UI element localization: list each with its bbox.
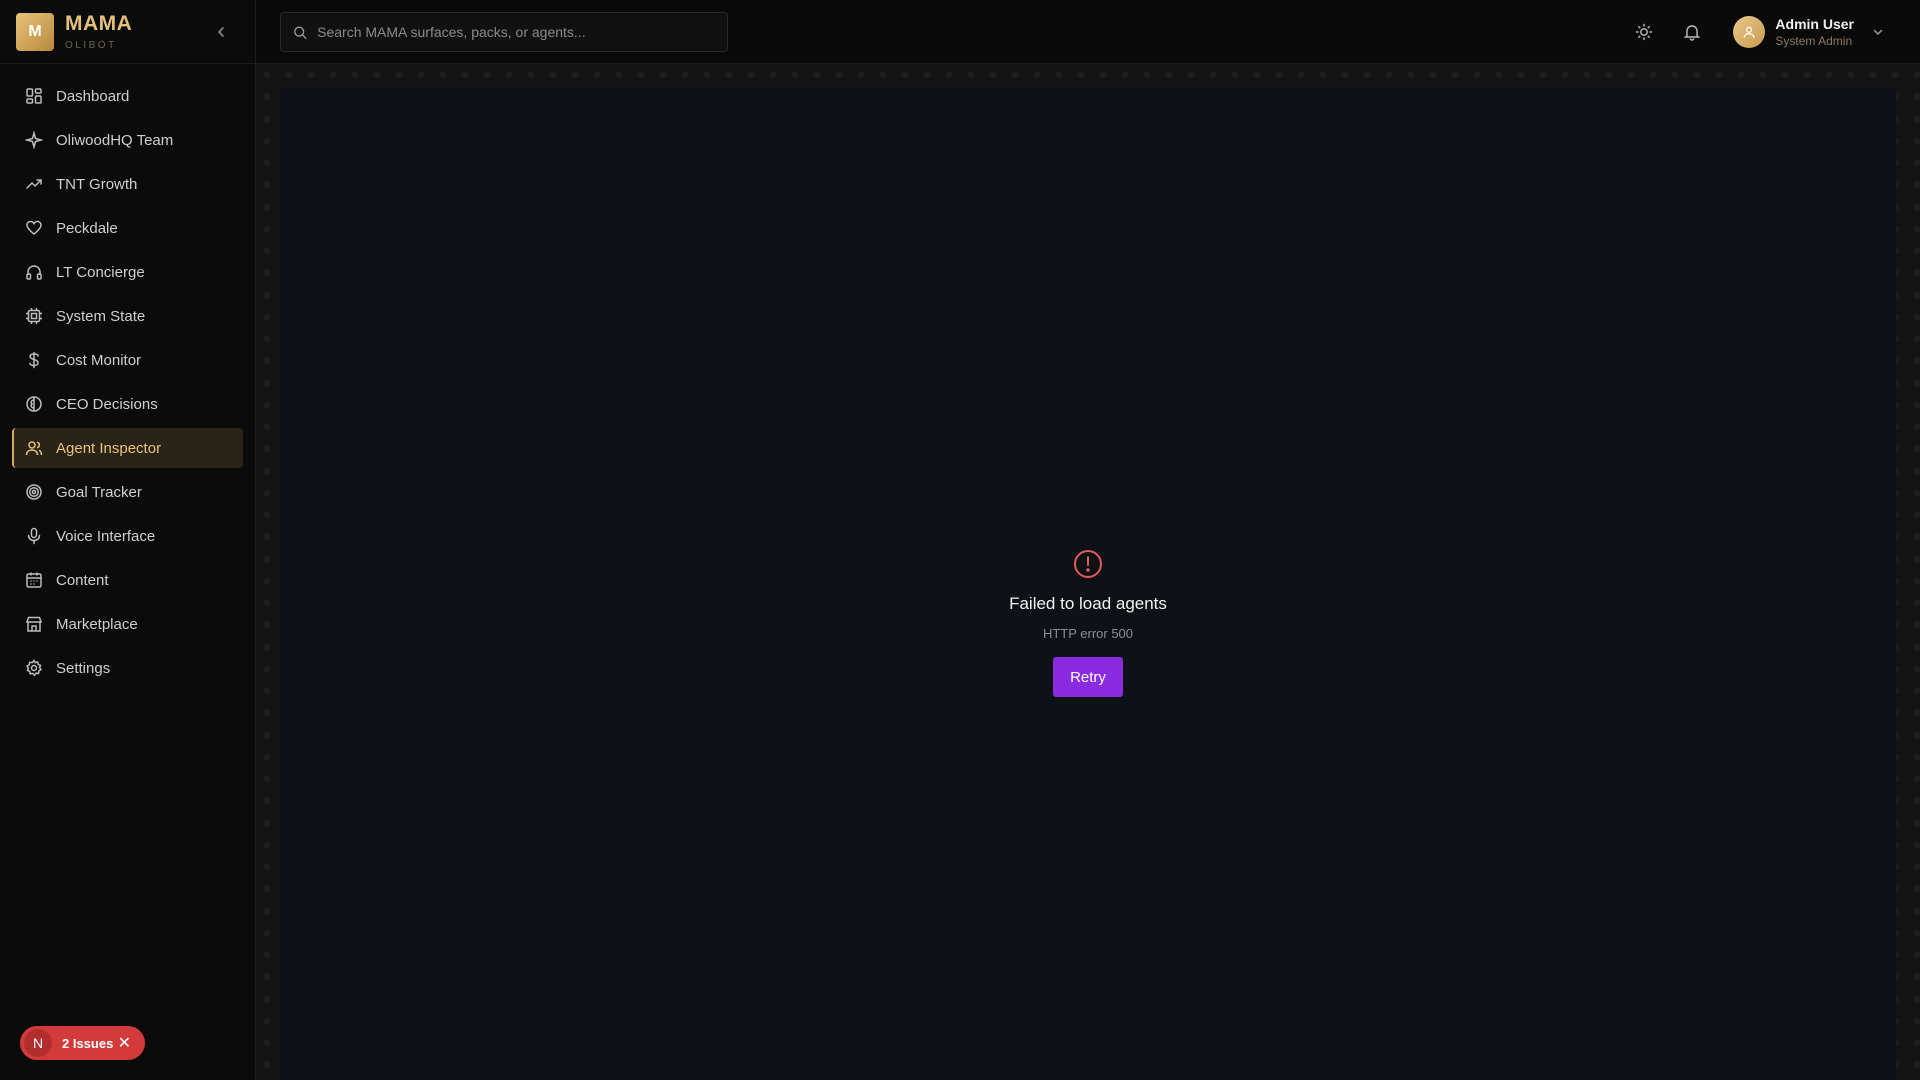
issues-badge[interactable]: N 2 Issues ✕ bbox=[20, 1026, 145, 1060]
sidebar-item-tnt-growth[interactable]: TNT Growth bbox=[12, 164, 243, 204]
brand-text: MAMA OLIBOT bbox=[65, 11, 133, 51]
store-icon bbox=[24, 614, 44, 634]
issues-logo: N bbox=[24, 1029, 52, 1057]
sidebar-nav: Dashboard OliwoodHQ Team TNT Growth Peck… bbox=[0, 64, 255, 688]
close-icon[interactable]: ✕ bbox=[118, 1033, 131, 1053]
search-bar[interactable] bbox=[280, 12, 728, 52]
sidebar-item-label: Peckdale bbox=[56, 219, 118, 237]
sun-icon bbox=[1635, 23, 1653, 41]
sparkles-icon bbox=[24, 130, 44, 150]
notifications-button[interactable] bbox=[1682, 22, 1702, 42]
sidebar-item-label: LT Concierge bbox=[56, 263, 145, 281]
sidebar-item-label: Content bbox=[56, 571, 109, 589]
calendar-icon bbox=[24, 570, 44, 590]
brand-logo[interactable]: M bbox=[16, 12, 54, 51]
sidebar-item-system-state[interactable]: System State bbox=[12, 296, 243, 336]
agent-inspector-panel: Failed to load agents HTTP error 500 Ret… bbox=[280, 88, 1896, 1080]
brand-header: M MAMA OLIBOT bbox=[0, 0, 255, 64]
sidebar-item-label: Dashboard bbox=[56, 87, 130, 105]
users-icon bbox=[24, 438, 44, 458]
avatar bbox=[1733, 16, 1766, 48]
error-detail: HTTP error 500 bbox=[1042, 626, 1134, 641]
collapse-sidebar-button[interactable] bbox=[211, 22, 231, 42]
chevron-left-icon bbox=[218, 27, 224, 37]
sidebar-item-content[interactable]: Content bbox=[12, 560, 243, 600]
sidebar-item-label: Cost Monitor bbox=[56, 351, 142, 369]
brain-icon bbox=[24, 394, 44, 414]
top-bar: Admin User System Admin bbox=[256, 0, 1920, 64]
search-input[interactable] bbox=[317, 24, 715, 40]
sidebar-item-peckdale[interactable]: Peckdale bbox=[12, 208, 243, 248]
gear-icon bbox=[24, 658, 44, 678]
user-menu[interactable]: Admin User System Admin bbox=[1733, 14, 1884, 50]
sidebar-item-label: CEO Decisions bbox=[56, 395, 158, 413]
user-info: Admin User System Admin bbox=[1775, 16, 1854, 49]
sidebar-item-label: Voice Interface bbox=[56, 527, 156, 545]
sidebar: M MAMA OLIBOT Dashboard OliwoodHQ Team T… bbox=[0, 0, 256, 1080]
sidebar-item-goal-tracker[interactable]: Goal Tracker bbox=[12, 472, 243, 512]
user-icon bbox=[1743, 26, 1755, 38]
sidebar-item-ceo-decisions[interactable]: CEO Decisions bbox=[12, 384, 243, 424]
retry-button[interactable]: Retry bbox=[1053, 657, 1123, 697]
chevron-down-icon bbox=[1873, 29, 1883, 35]
sidebar-item-dashboard[interactable]: Dashboard bbox=[12, 76, 243, 116]
issues-label: 2 Issues bbox=[62, 1035, 114, 1051]
headphones-icon bbox=[24, 262, 44, 282]
sidebar-item-label: System State bbox=[56, 307, 146, 325]
alert-circle-icon bbox=[1074, 550, 1102, 578]
sidebar-item-agent-inspector[interactable]: Agent Inspector bbox=[12, 428, 243, 468]
error-title: Failed to load agents bbox=[1009, 594, 1167, 613]
bell-icon bbox=[1683, 25, 1701, 41]
brand-subtitle: OLIBOT bbox=[65, 39, 117, 51]
sidebar-item-voice-interface[interactable]: Voice Interface bbox=[12, 516, 243, 556]
sidebar-item-label: OliwoodHQ Team bbox=[56, 131, 174, 149]
dashboard-icon bbox=[24, 86, 44, 106]
error-state: Failed to load agents HTTP error 500 Ret… bbox=[280, 548, 1896, 697]
sidebar-item-label: Settings bbox=[56, 659, 111, 677]
search-icon bbox=[294, 26, 307, 39]
sidebar-item-marketplace[interactable]: Marketplace bbox=[12, 604, 243, 644]
dollar-icon bbox=[24, 350, 44, 370]
sidebar-item-label: Agent Inspector bbox=[56, 439, 162, 457]
sidebar-item-label: Marketplace bbox=[56, 615, 138, 633]
user-name: Admin User bbox=[1775, 15, 1854, 32]
sidebar-item-label: Goal Tracker bbox=[56, 483, 142, 501]
sidebar-item-cost-monitor[interactable]: Cost Monitor bbox=[12, 340, 243, 380]
theme-toggle-button[interactable] bbox=[1634, 22, 1654, 42]
trending-up-icon bbox=[24, 174, 44, 194]
sidebar-item-lt-concierge[interactable]: LT Concierge bbox=[12, 252, 243, 292]
cpu-icon bbox=[24, 306, 44, 326]
target-icon bbox=[24, 482, 44, 502]
sidebar-item-label: TNT Growth bbox=[56, 175, 138, 193]
sidebar-item-oliwoodhq-team[interactable]: OliwoodHQ Team bbox=[12, 120, 243, 160]
microphone-icon bbox=[24, 526, 44, 546]
user-role: System Admin bbox=[1775, 33, 1853, 48]
heart-icon bbox=[24, 218, 44, 238]
brand-name: MAMA bbox=[65, 11, 133, 35]
sidebar-item-settings[interactable]: Settings bbox=[12, 648, 243, 688]
